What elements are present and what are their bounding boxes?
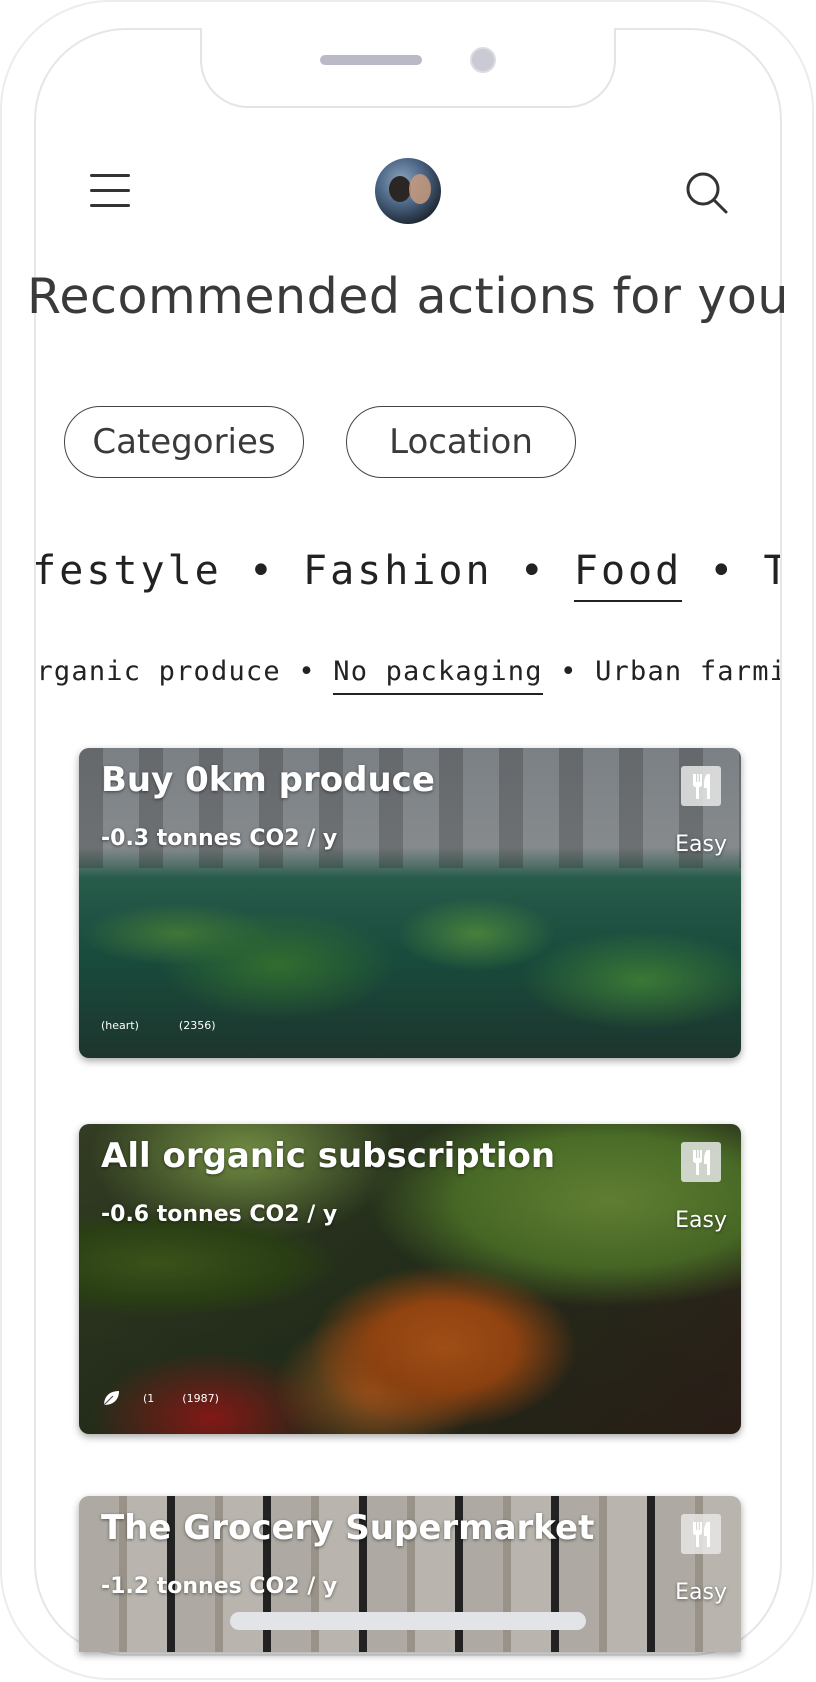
search-icon[interactable] xyxy=(682,168,732,218)
subcategory-tabs: Organic produce • No packaging • Urban f… xyxy=(36,656,780,696)
category-tabs: Lifestyle • Fashion • Food • Transport xyxy=(36,548,780,604)
home-indicator[interactable] xyxy=(230,1612,586,1630)
user-avatar[interactable] xyxy=(375,158,441,224)
action-card[interactable]: Buy 0km produce -0.3 tonnes CO2 / y Easy… xyxy=(79,748,741,1058)
location-filter-button[interactable]: Location xyxy=(346,406,576,478)
subtab-separator: • xyxy=(298,656,334,687)
like-count: (1987) xyxy=(182,1391,219,1405)
subtab-separator: • xyxy=(560,656,596,687)
card-title: The Grocery Supermarket xyxy=(101,1508,595,1548)
action-card[interactable]: All organic subscription -0.6 tonnes CO2… xyxy=(79,1124,741,1434)
phone-notch xyxy=(200,28,616,108)
fork-knife-icon xyxy=(681,766,721,806)
page-title: Recommended actions for you xyxy=(27,268,789,325)
leaf-icon[interactable] xyxy=(101,1388,121,1408)
tab-lifestyle[interactable]: Lifestyle xyxy=(36,548,222,594)
tab-transport[interactable]: Transport xyxy=(763,548,780,594)
card-co2-saving: -0.3 tonnes CO2 / y xyxy=(101,826,338,851)
front-camera xyxy=(470,47,496,73)
card-footer: (1 (1987) xyxy=(101,1388,259,1408)
card-co2-saving: -0.6 tonnes CO2 / y xyxy=(101,1202,338,1227)
tab-separator: • xyxy=(248,548,304,594)
card-difficulty: Easy xyxy=(675,1208,727,1233)
fork-knife-icon xyxy=(681,1514,721,1554)
fork-knife-icon xyxy=(681,1142,721,1182)
subtab-no-packaging[interactable]: No packaging xyxy=(333,656,543,695)
subtab-urban-farming[interactable]: Urban farming xyxy=(595,656,780,687)
tab-food[interactable]: Food xyxy=(573,548,683,602)
speaker-grille xyxy=(320,55,422,65)
like-count: (2356) xyxy=(178,1019,216,1032)
card-difficulty: Easy xyxy=(675,1580,727,1605)
like-button[interactable]: (1 xyxy=(143,1392,154,1405)
subtab-organic-produce[interactable]: Organic produce xyxy=(36,656,281,687)
hamburger-menu-icon[interactable] xyxy=(88,172,134,210)
tab-separator: • xyxy=(519,548,574,594)
categories-filter-button[interactable]: Categories xyxy=(64,406,304,478)
like-button[interactable]: (heart) xyxy=(101,1019,139,1032)
card-co2-saving: -1.2 tonnes CO2 / y xyxy=(101,1574,338,1599)
tab-fashion[interactable]: Fashion xyxy=(303,548,493,594)
card-title: Buy 0km produce xyxy=(101,760,435,800)
tab-separator: • xyxy=(709,548,764,594)
card-title: All organic subscription xyxy=(101,1136,556,1176)
card-difficulty: Easy xyxy=(675,832,727,857)
card-footer: (heart) (2356) xyxy=(101,1019,255,1032)
